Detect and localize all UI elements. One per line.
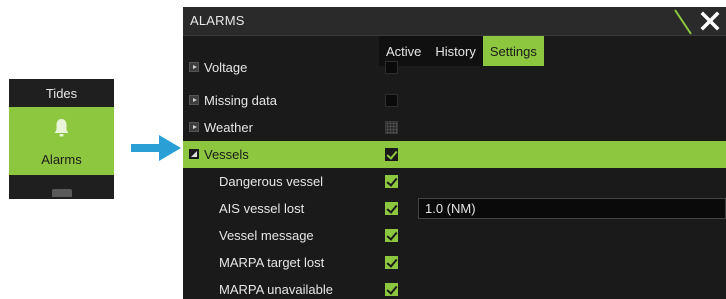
tab-settings-label: Settings [489, 43, 537, 59]
close-icon[interactable] [698, 9, 722, 33]
list-item-label: Vessel message [219, 228, 314, 243]
list-item-label: MARPA target lost [219, 255, 325, 270]
list-item-label: Vessels [204, 147, 249, 162]
title-accent-icon [674, 9, 692, 35]
list-item-vessels[interactable]: Vessels [183, 141, 726, 168]
alarms-dialog: ALARMS Active History Settings Voltage M… [183, 7, 726, 299]
list-item-vessel-message[interactable]: Vessel message [183, 222, 726, 249]
list-item-marpa-unavailable[interactable]: MARPA unavailable [183, 276, 726, 299]
tab-active-label: Active [386, 43, 422, 59]
dangerous-vessel-checkbox[interactable] [385, 175, 398, 188]
list-item-label: Weather [204, 120, 253, 135]
list-item-label: MARPA unavailable [219, 282, 333, 297]
list-item-missing-data[interactable]: Missing data [183, 87, 726, 114]
marpa-target-lost-checkbox[interactable] [385, 256, 398, 269]
tab-history-label: History [435, 43, 476, 59]
side-item-tides[interactable]: Tides [9, 79, 114, 107]
list-item-label: Voltage [204, 60, 248, 75]
side-item-alarms[interactable]: Alarms [9, 107, 114, 175]
list-item-label: AIS vessel lost [219, 201, 305, 216]
vessel-icon [52, 189, 72, 197]
side-menu: Tides Alarms [9, 79, 114, 199]
expand-icon[interactable] [189, 95, 199, 105]
pointer-arrow-icon [131, 135, 181, 161]
vessel-message-checkbox[interactable] [385, 229, 398, 242]
marpa-unavailable-checkbox[interactable] [385, 283, 398, 296]
list-item-dangerous-vessel[interactable]: Dangerous vessel [183, 168, 726, 195]
expand-icon[interactable] [189, 122, 199, 132]
side-item-tides-label: Tides [45, 85, 78, 101]
list-item-marpa-target-lost[interactable]: MARPA target lost [183, 249, 726, 276]
list-item-weather[interactable]: Weather [183, 114, 726, 141]
voltage-checkbox[interactable] [385, 61, 398, 74]
list-item-label: Dangerous vessel [219, 174, 324, 189]
side-item-partial[interactable] [9, 175, 114, 199]
missing-data-checkbox[interactable] [385, 94, 398, 107]
expand-icon[interactable] [189, 62, 199, 72]
list-item-ais-vessel-lost[interactable]: AIS vessel lost 1.0 (NM) [183, 195, 726, 222]
side-item-alarms-label: Alarms [41, 152, 82, 167]
list-item-label: Missing data [204, 93, 277, 108]
dialog-titlebar: ALARMS [183, 7, 726, 36]
dialog-title: ALARMS [190, 13, 245, 28]
bell-icon [54, 119, 69, 137]
weather-checkbox[interactable] [385, 121, 398, 134]
collapse-icon[interactable] [189, 149, 199, 159]
vessels-checkbox[interactable] [385, 148, 398, 161]
ais-vessel-lost-checkbox[interactable] [385, 202, 398, 215]
ais-lost-distance-field[interactable]: 1.0 (NM) [418, 198, 726, 219]
